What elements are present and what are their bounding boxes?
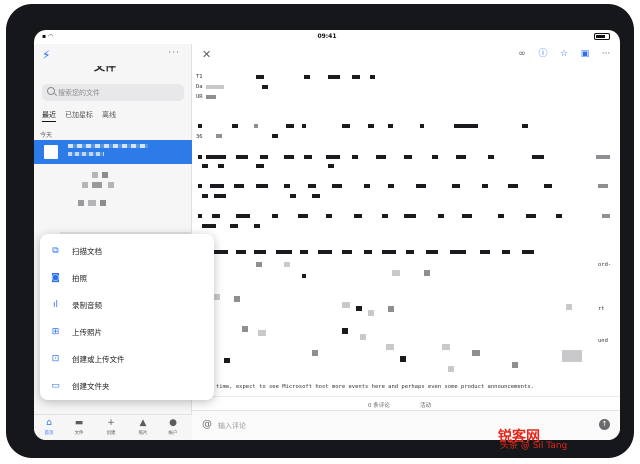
link-icon[interactable]: ∞ [516,48,528,60]
search-input[interactable]: 搜索您的文件 [42,84,184,101]
menu-item-record-audio[interactable]: ıl 录制音频 [40,292,214,319]
sidebar-title: 文件 [94,60,116,73]
tab-photos[interactable]: ▲ 照片 [132,418,154,436]
section-today: 今天 [40,132,53,139]
doc-fragment: UR [196,94,203,100]
file-name-redacted [68,144,148,148]
audio-icon: ıl [52,300,58,310]
folder-icon: ▬ [74,418,84,428]
send-icon[interactable]: ↑ [599,419,610,430]
tab-photos-label: 照片 [138,431,148,436]
redaction-pixel [88,200,96,206]
comment-count[interactable]: 0 条评论 [368,401,390,409]
info-icon[interactable]: ⓘ [537,48,549,60]
doc-fragment: 36 [196,134,203,140]
menu-label: 扫描文档 [72,247,102,256]
battery-icon [594,33,610,40]
close-icon[interactable]: ✕ [202,48,211,61]
search-placeholder: 搜索您的文件 [58,89,100,97]
document-toolbar: ∞ ⓘ ☆ ▣ ··· [516,48,612,60]
plus-icon: + [107,418,115,428]
mention-icon[interactable]: @ [202,419,212,430]
menu-item-create-upload-file[interactable]: ⊡ 创建或上传文件 [40,346,214,373]
redaction-pixel [78,200,84,206]
tab-home[interactable]: ⌂ 首页 [38,418,60,436]
menu-label: 创建文件夹 [72,382,110,391]
redaction-pixel [92,172,98,178]
redaction-pixel [92,182,102,188]
watermark-caption: 头条 @ Sil Tang [500,441,568,451]
more-icon[interactable]: ··· [168,48,180,58]
redaction-pixel [82,182,88,188]
file-thumbnail [44,145,58,159]
doc-last-line: time, expect to see Microsoft host more … [216,384,534,390]
tab-starred[interactable]: 已加星标 [65,110,93,122]
menu-item-scan-document[interactable]: ⧉ 扫描文档 [40,238,214,265]
lightning-icon[interactable]: ⚡ [42,48,50,62]
sidebar-header: ⚡ 文件 ··· [34,44,192,73]
comment-input[interactable]: 输入评论 [218,421,246,431]
file-row-selected[interactable] [34,140,192,164]
tab-files-label: 文件 [74,431,84,436]
redaction-pixel [102,172,108,178]
bottom-tabbar: ⌂ 首页 ▬ 文件 + 创建 ▲ 照片 ● 帐户 [34,414,192,440]
menu-item-take-photo[interactable]: ◙ 拍照 [40,265,214,292]
tab-files[interactable]: ▬ 文件 [68,418,90,436]
folder-icon: ▭ [51,381,60,391]
tab-account-label: 帐户 [168,431,178,436]
home-icon: ⌂ [46,418,52,428]
more-icon[interactable]: ··· [600,48,612,60]
trash-icon[interactable]: ▣ [579,48,591,60]
activity-link[interactable]: 活动 [420,401,431,409]
doc-fragment: Da [196,84,203,90]
screen: ▪ ◠ 09:41 ⚡ 文件 ··· 搜索您的文件 最近 已加星标 离线 今天 [34,30,620,440]
doc-fragment: rt [598,306,605,312]
create-file-icon: ⊡ [51,354,60,364]
tab-home-label: 首页 [44,431,54,436]
photo-icon: ▲ [139,418,147,428]
tab-create-label: 创建 [106,431,116,436]
scan-icon: ⧉ [52,246,59,256]
file-tabs: 最近 已加星标 离线 [42,110,116,122]
create-popup-menu: ⧉ 扫描文档 ◙ 拍照 ıl 录制音频 ⊞ 上传照片 ⊡ 创建或上传文件 ▭ 创… [40,234,214,400]
tab-create[interactable]: + 创建 [100,418,122,436]
star-icon[interactable]: ☆ [558,48,570,60]
doc-fragment: ord- [598,262,612,268]
account-icon: ● [169,418,177,428]
menu-item-upload-photo[interactable]: ⊞ 上传照片 [40,319,214,346]
menu-item-create-folder[interactable]: ▭ 创建文件夹 [40,373,214,400]
file-meta-redacted [68,152,104,156]
comment-bar: @ 输入评论 ↑ [192,410,620,440]
document-footer: 0 条评论 活动 [192,396,620,410]
redaction-pixel [100,200,106,206]
menu-label: 创建或上传文件 [72,355,125,364]
status-bar: ▪ ◠ 09:41 [34,30,620,44]
doc-fragment: und [598,338,608,344]
ipad-frame: ▪ ◠ 09:41 ⚡ 文件 ··· 搜索您的文件 最近 已加星标 离线 今天 [6,4,634,458]
doc-fragment: T1 [196,74,203,80]
tab-recent[interactable]: 最近 [42,110,56,122]
tab-offline[interactable]: 离线 [102,110,116,122]
search-icon [47,87,55,95]
menu-label: 拍照 [72,274,87,283]
redaction-pixel [108,182,114,188]
document-viewer: ✕ ∞ ⓘ ☆ ▣ ··· T1 Da UR 36 ord- rt und ti… [192,44,620,440]
camera-icon: ◙ [51,273,60,283]
menu-label: 上传照片 [72,328,102,337]
status-time: 09:41 [317,33,337,40]
tab-account[interactable]: ● 帐户 [162,418,184,436]
menu-label: 录制音频 [72,301,102,310]
upload-photo-icon: ⊞ [51,327,60,337]
